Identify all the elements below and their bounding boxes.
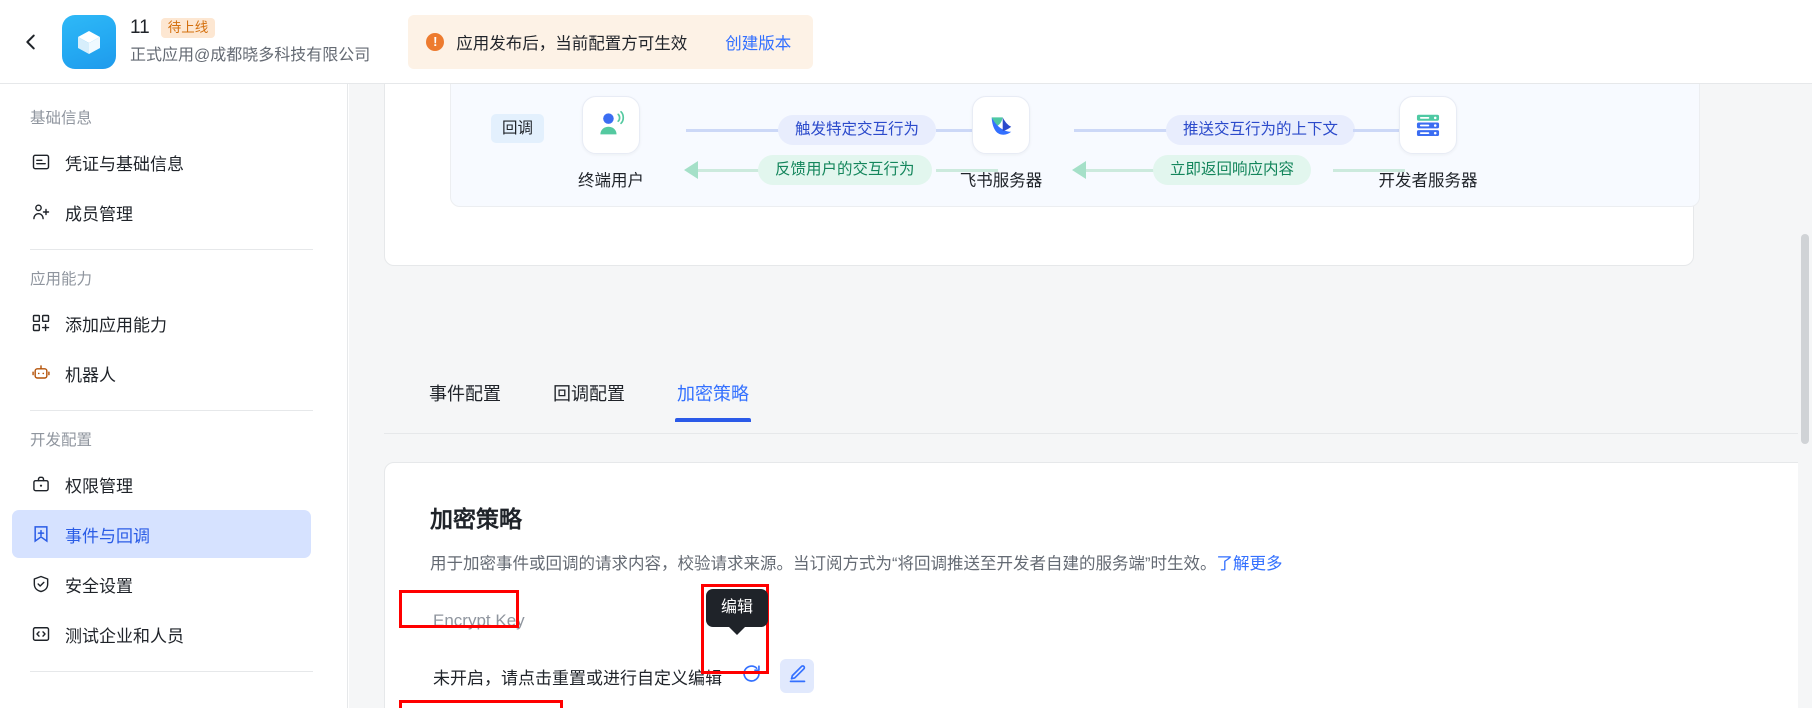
flow-arrow-left-2 <box>1072 161 1086 179</box>
flow-line-3-top <box>1074 129 1170 132</box>
sidebar-divider <box>30 410 313 411</box>
flow-edge-label-1: 触发特定交互行为 <box>778 115 937 145</box>
status-badge: 待上线 <box>160 18 216 38</box>
section-title: 加密策略 <box>430 506 522 532</box>
sidebar-item-members[interactable]: 成员管理 <box>12 188 311 236</box>
app-header: 11 待上线 正式应用@成都晓多科技有限公司 ! 应用发布后，当前配置方可生效 … <box>0 0 1812 84</box>
tab-callback-config[interactable]: 回调配置 <box>553 380 625 421</box>
refresh-reset-icon <box>741 663 762 689</box>
encrypt-key-value: 未开启，请点击重置或进行自定义编辑 <box>433 668 722 688</box>
user-add-icon <box>30 201 52 223</box>
briefcase-lock-icon <box>30 473 52 495</box>
sidebar-group-title-capability: 应用能力 <box>30 271 93 288</box>
grid-add-icon <box>30 312 52 334</box>
app-meta: 11 待上线 正式应用@成都晓多科技有限公司 <box>130 16 370 67</box>
sidebar-item-credentials[interactable]: 凭证与基础信息 <box>12 138 311 186</box>
flow-line-4-bot <box>1086 169 1156 172</box>
flow-arrow-left-1 <box>684 161 698 179</box>
tab-event-config[interactable]: 事件配置 <box>429 380 501 421</box>
sidebar-divider <box>30 249 313 250</box>
sidebar-item-add-capability[interactable]: 添加应用能力 <box>12 299 311 347</box>
feishu-server-icon <box>972 96 1030 154</box>
flow-node-developer-server: 开发者服务器 <box>1353 96 1503 191</box>
sidebar-item-label: 安全设置 <box>65 576 133 596</box>
flow-edge-label-3: 推送交互行为的上下文 <box>1166 115 1356 145</box>
flow-edge-label-4: 立即返回响应内容 <box>1153 155 1312 185</box>
main-scrollbar-track[interactable] <box>1798 84 1812 708</box>
learn-more-link[interactable]: 了解更多 <box>1217 555 1283 573</box>
flow-diagram-card: 回调 终端用户 触发特定交互行为 反馈用户的交互行为 飞书服务器 推送交互行为的… <box>450 84 1700 207</box>
back-button[interactable] <box>0 0 62 84</box>
sidebar-item-label: 事件与回调 <box>65 526 150 546</box>
chevron-left-icon <box>20 31 42 53</box>
sidebar-item-test-org[interactable]: 测试企业和人员 <box>12 610 311 658</box>
pencil-edit-icon <box>787 663 808 689</box>
encrypt-key-row: 未开启，请点击重置或进行自定义编辑 <box>433 659 814 693</box>
flow-node-end-user: 终端用户 <box>546 96 676 191</box>
tab-encryption-policy[interactable]: 加密策略 <box>675 380 751 422</box>
developer-server-icon <box>1399 96 1457 154</box>
app-subtitle: 正式应用@成都晓多科技有限公司 <box>130 47 371 64</box>
shield-check-icon <box>30 573 52 595</box>
sidebar-group-title-basic: 基础信息 <box>30 110 93 127</box>
sidebar-item-label: 权限管理 <box>65 476 133 496</box>
sidebar-item-label: 机器人 <box>65 365 116 385</box>
sidebar-item-permissions[interactable]: 权限管理 <box>12 460 311 508</box>
sidebar-divider <box>30 671 313 672</box>
credential-card-icon <box>30 151 52 173</box>
warning-exclamation-icon: ! <box>426 32 445 51</box>
flow-diagram: 回调 终端用户 触发特定交互行为 反馈用户的交互行为 飞书服务器 推送交互行为的… <box>481 84 1731 238</box>
encryption-policy-card: 加密策略 用于加密事件或回调的请求内容，校验请求来源。当订阅方式为“将回调推送至… <box>384 462 1809 708</box>
section-description: 用于加密事件或回调的请求内容，校验请求来源。当订阅方式为“将回调推送至开发者自建… <box>430 550 1283 574</box>
flow-node-label: 飞书服务器 <box>959 172 1043 190</box>
flow-diagram-outer-card: 回调 终端用户 触发特定交互行为 反馈用户的交互行为 飞书服务器 推送交互行为的… <box>384 84 1700 266</box>
flow-line-1-top <box>686 129 782 132</box>
sidebar-group-title-dev: 开发配置 <box>30 432 93 449</box>
main-content: 回调 终端用户 触发特定交互行为 反馈用户的交互行为 飞书服务器 推送交互行为的… <box>349 84 1812 708</box>
encrypt-key-edit-button[interactable] <box>780 659 814 693</box>
sidebar: 基础信息 凭证与基础信息 成员管理 应用能力 添加应用能力 机器人 开发配置 权… <box>0 84 348 708</box>
flow-node-feishu-server: 飞书服务器 <box>936 96 1066 191</box>
end-user-icon <box>582 96 640 154</box>
app-icon <box>62 14 116 69</box>
sidebar-item-label: 凭证与基础信息 <box>65 154 184 174</box>
app-name: 11 <box>130 17 150 38</box>
bookmark-plus-icon <box>30 523 52 545</box>
tab-bar: 事件配置 回调配置 加密策略 <box>384 380 1809 434</box>
flow-node-label: 开发者服务器 <box>1378 172 1478 190</box>
robot-icon <box>30 362 52 384</box>
flow-edge-label-2: 反馈用户的交互行为 <box>758 155 932 185</box>
edit-tooltip: 编辑 <box>706 589 769 627</box>
sidebar-item-label: 测试企业和人员 <box>65 626 184 646</box>
notice-text: 应用发布后，当前配置方可生效 <box>456 34 688 53</box>
publish-notice-banner: ! 应用发布后，当前配置方可生效 创建版本 <box>408 14 814 69</box>
encrypt-key-reset-button[interactable] <box>734 659 768 693</box>
flow-node-label: 终端用户 <box>578 172 644 190</box>
flow-line-2-bot <box>698 169 761 172</box>
app-title-row: 11 待上线 <box>130 16 370 40</box>
encrypt-key-label: Encrypt Key <box>433 611 525 630</box>
sidebar-item-label: 成员管理 <box>65 204 133 224</box>
sidebar-item-security[interactable]: 安全设置 <box>12 560 311 608</box>
code-brackets-icon <box>30 623 52 645</box>
sidebar-item-events-callbacks[interactable]: 事件与回调 <box>12 510 311 558</box>
sidebar-item-label: 添加应用能力 <box>65 315 167 335</box>
create-version-link[interactable]: 创建版本 <box>725 30 791 54</box>
callback-tag: 回调 <box>491 114 545 143</box>
sidebar-item-robot[interactable]: 机器人 <box>12 349 311 397</box>
section-description-text: 用于加密事件或回调的请求内容，校验请求来源。当订阅方式为“将回调推送至开发者自建… <box>430 555 1217 573</box>
main-scrollbar-thumb[interactable] <box>1801 234 1809 444</box>
app-window: 11 待上线 正式应用@成都晓多科技有限公司 ! 应用发布后，当前配置方可生效 … <box>0 0 1812 708</box>
